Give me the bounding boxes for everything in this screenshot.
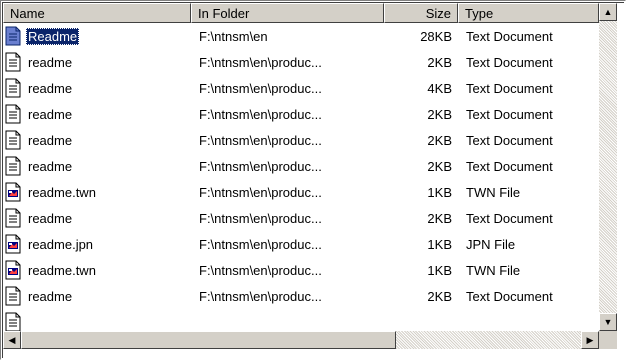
cell-name: readme [3,286,191,306]
cell-name: readme.twn [3,260,191,280]
file-name: readme.jpn [28,236,94,252]
list-rows: Readme F:\ntnsm\en 28KB Text Document readme… [3,23,599,331]
cell-type: TWN File [466,184,521,200]
cell-in-folder: F:\ntnsm\en\produc... [199,210,322,226]
list-view: Name In Folder Size Type Readme F:\ntnsm\… [2,2,624,358]
cell-type: Text Document [466,210,553,226]
list-item[interactable]: readme F:\ntnsm\en\produc... 2KB Text Docum… [3,283,599,309]
scroll-left-button[interactable]: ◀ [3,331,21,349]
list-item[interactable]: readme.twn F:\ntnsm\en\produc... 1KB TWN Fi… [3,179,599,205]
cell-type: Text Document [466,80,553,96]
list-item[interactable]: readme F:\ntnsm\en\produc... 2KB Text Docum… [3,127,599,153]
horizontal-scroll-thumb[interactable] [21,331,396,349]
file-name: readme [28,132,73,148]
cell-type: Text Document [466,158,553,174]
column-header-bar: Name In Folder Size Type [3,3,599,23]
text-document-icon [5,26,21,46]
file-name: readme [28,106,73,122]
cell-name: readme.jpn [3,234,191,254]
file-name [26,321,30,323]
search-results-list: Name In Folder Size Type Readme F:\ntnsm\… [0,0,626,360]
horizontal-scrollbar[interactable]: ◀ ▶ [3,331,599,349]
cell-name: readme [3,104,191,124]
cell-size: 2KB [427,158,452,174]
generic-file-icon [5,260,21,280]
scroll-right-button[interactable]: ▶ [581,331,599,349]
cell-size: 4KB [427,80,452,96]
text-document-icon [5,78,21,98]
cell-size: 1KB [427,184,452,200]
text-document-icon [5,208,21,228]
scrollbar-corner [599,331,617,349]
cell-in-folder: F:\ntnsm\en\produc... [199,132,322,148]
list-item[interactable]: readme F:\ntnsm\en\produc... 2KB Text Docum… [3,205,599,231]
cell-size: 2KB [427,54,452,70]
file-name: readme.twn [28,184,96,200]
cell-in-folder: F:\ntnsm\en\produc... [199,54,322,70]
cell-in-folder: F:\ntnsm\en\produc... [199,80,322,96]
column-header-type[interactable]: Type [458,3,599,23]
cell-type: JPN File [466,236,516,252]
cell-name [3,312,191,331]
list-item[interactable]: readme F:\ntnsm\en\produc... 2KB Text Docum… [3,101,599,127]
cell-size: 1KB [427,236,452,252]
generic-file-icon [5,182,21,202]
file-name: readme [28,158,73,174]
cell-size: 2KB [427,132,452,148]
scroll-down-button[interactable]: ▼ [599,313,617,331]
file-name: readme [28,54,73,70]
generic-file-icon [5,234,21,254]
file-name: readme.twn [28,262,96,278]
cell-in-folder: F:\ntnsm\en\produc... [199,158,322,174]
list-item[interactable]: readme F:\ntnsm\en\produc... 2KB Text Docum… [3,153,599,179]
cell-size: 2KB [427,106,452,122]
cell-in-folder: F:\ntnsm\en [199,28,268,44]
list-item[interactable]: readme.jpn F:\ntnsm\en\produc... 1KB JPN Fi… [3,231,599,257]
column-header-size[interactable]: Size [384,3,458,23]
file-name: readme [28,80,73,96]
list-item[interactable]: readme F:\ntnsm\en\produc... 4KB Text Docum… [3,75,599,101]
cell-name: readme [3,130,191,150]
cell-name: readme [3,156,191,176]
list-item[interactable] [3,309,599,331]
text-document-icon [5,286,21,306]
list-item[interactable]: readme F:\ntnsm\en\produc... 2KB Text Docum… [3,49,599,75]
column-header-in-folder[interactable]: In Folder [191,3,384,23]
text-document-icon [5,104,21,124]
cell-in-folder: F:\ntnsm\en\produc... [199,262,322,278]
cell-name: readme [3,78,191,98]
text-document-icon [5,156,21,176]
cell-name: readme.twn [3,182,191,202]
cell-in-folder: F:\ntnsm\en\produc... [199,236,322,252]
list-item[interactable]: Readme F:\ntnsm\en 28KB Text Document [3,23,599,49]
scroll-up-button[interactable]: ▲ [599,3,617,21]
column-header-name[interactable]: Name [3,3,191,23]
cell-name: Readme [3,26,191,46]
file-name: readme [28,288,73,304]
file-name: Readme [26,27,80,45]
cell-size: 28KB [420,28,452,44]
cell-size: 1KB [427,262,452,278]
vertical-scrollbar[interactable]: ▲ ▼ [599,3,617,331]
cell-size: 2KB [427,210,452,226]
cell-in-folder: F:\ntnsm\en\produc... [199,288,322,304]
cell-in-folder: F:\ntnsm\en\produc... [199,184,322,200]
cell-name: readme [3,52,191,72]
text-document-icon [5,312,21,331]
cell-type: Text Document [466,288,553,304]
file-name: readme [28,210,73,226]
cell-size: 2KB [427,288,452,304]
cell-in-folder: F:\ntnsm\en\produc... [199,106,322,122]
text-document-icon [5,130,21,150]
text-document-icon [5,52,21,72]
cell-type: Text Document [466,106,553,122]
cell-type: Text Document [466,28,553,44]
cell-type: Text Document [466,54,553,70]
cell-type: Text Document [466,132,553,148]
cell-name: readme [3,208,191,228]
list-item[interactable]: readme.twn F:\ntnsm\en\produc... 1KB TWN Fi… [3,257,599,283]
cell-type: TWN File [466,262,521,278]
